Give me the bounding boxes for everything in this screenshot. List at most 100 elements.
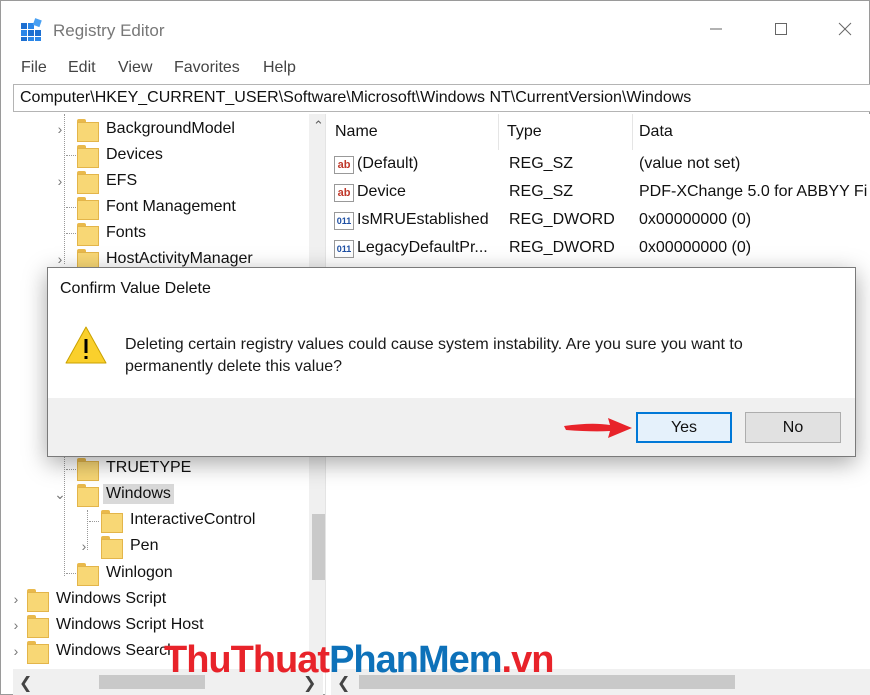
folder-icon — [77, 170, 99, 194]
menu-file[interactable]: File — [21, 59, 47, 77]
folder-icon — [77, 222, 99, 246]
dword-value-icon: 011 — [334, 212, 354, 230]
column-header-data[interactable]: Data — [635, 114, 870, 150]
dword-value-icon: 011 — [334, 240, 354, 258]
expand-chevron-icon[interactable]: › — [13, 643, 23, 659]
dialog-message: Deleting certain registry values could c… — [125, 336, 743, 375]
regedit-app-icon — [21, 18, 42, 41]
menu-help[interactable]: Help — [263, 59, 296, 77]
value-data: (value not set) — [639, 155, 741, 172]
tree-item-label: Font Management — [106, 198, 236, 215]
tree-item-label: EFS — [106, 172, 138, 189]
expand-chevron-icon[interactable]: › — [53, 173, 67, 189]
menu-favorites[interactable]: Favorites — [174, 59, 240, 77]
collapse-chevron-icon[interactable]: ⌄ — [53, 486, 67, 503]
tree-item-label: Pen — [130, 537, 159, 554]
value-name: LegacyDefaultPr... — [357, 239, 488, 256]
tree-item-label: HostActivityManager — [106, 250, 253, 267]
tree-scroll-thumb[interactable] — [312, 514, 325, 580]
value-type: REG_DWORD — [509, 239, 615, 256]
title-bar: Registry Editor — [1, 1, 869, 53]
close-button[interactable] — [823, 11, 867, 47]
tree-item-fonts[interactable]: Fonts — [53, 220, 149, 246]
tree-item-label: Devices — [106, 146, 163, 163]
value-name: Device — [357, 183, 406, 200]
tree-item-label: Windows Search — [56, 642, 177, 659]
tree-item-label: Windows Script Host — [56, 616, 204, 633]
value-row[interactable]: 011 IsMRUEstablished REG_DWORD 0x0000000… — [331, 207, 870, 235]
address-bar[interactable]: Computer\HKEY_CURRENT_USER\Software\Micr… — [13, 84, 870, 112]
menu-bar: File Edit View Favorites Help — [1, 53, 869, 83]
tree-item-label: Windows — [103, 484, 174, 504]
folder-icon — [101, 535, 123, 559]
folder-icon — [77, 196, 99, 220]
folder-icon — [77, 562, 99, 586]
tree-item-devices[interactable]: Devices — [53, 142, 166, 168]
red-arrow-icon — [564, 418, 632, 438]
menu-view[interactable]: View — [118, 59, 152, 77]
tree-item-interactivecontrol[interactable]: InteractiveControl — [77, 507, 258, 533]
close-icon — [838, 22, 852, 36]
scroll-up-icon[interactable]: ⌃ — [313, 118, 324, 134]
minimize-button[interactable] — [694, 11, 738, 47]
value-row[interactable]: 011 LegacyDefaultPr... REG_DWORD 0x00000… — [331, 235, 870, 263]
string-value-icon: ab — [334, 184, 354, 202]
folder-icon — [101, 509, 123, 533]
value-type: REG_SZ — [509, 155, 574, 172]
tree-item-truetype[interactable]: TRUETYPE — [53, 455, 194, 481]
folder-icon — [77, 457, 99, 481]
folder-icon — [77, 144, 99, 168]
registry-editor-window: Registry Editor File Edit View Favorites… — [0, 0, 870, 695]
maximize-icon — [775, 23, 787, 35]
folder-icon — [27, 640, 49, 664]
value-type: REG_DWORD — [509, 211, 615, 228]
value-row[interactable]: ab Device REG_SZ PDF-XChange 5.0 for ABB… — [331, 179, 870, 207]
tree-item-efs[interactable]: › EFS — [53, 168, 140, 194]
tree-item-winlogon[interactable]: Winlogon — [53, 560, 176, 586]
tree-item-windows[interactable]: ⌄ Windows — [53, 481, 174, 507]
tree-item-windows-script[interactable]: › Windows Script — [13, 586, 169, 612]
tree-item-label: BackgroundModel — [106, 120, 235, 137]
watermark-part-3: .vn — [501, 639, 555, 681]
scroll-left-icon[interactable]: ❮ — [19, 673, 32, 693]
value-data: PDF-XChange 5.0 for ABBYY Fi — [639, 183, 868, 200]
menu-edit[interactable]: Edit — [68, 59, 96, 77]
tree-item-font-management[interactable]: Font Management — [53, 194, 239, 220]
value-name: IsMRUEstablished — [357, 211, 489, 228]
tree-item-pen[interactable]: › Pen — [77, 533, 161, 559]
expand-chevron-icon[interactable]: › — [53, 121, 67, 137]
address-path: Computer\HKEY_CURRENT_USER\Software\Micr… — [20, 89, 692, 106]
column-header-name[interactable]: Name — [331, 114, 499, 150]
warning-icon — [65, 326, 107, 364]
confirm-value-delete-dialog: Confirm Value Delete Deleting certain re… — [47, 267, 856, 457]
expand-chevron-icon[interactable]: › — [53, 251, 67, 267]
watermark-logo: ThuThuatPhanMem.vn — [164, 639, 555, 682]
folder-icon — [77, 483, 99, 507]
dialog-button-bar: Yes No — [48, 398, 855, 456]
string-value-icon: ab — [334, 156, 354, 174]
watermark-part-2: PhanMem — [329, 639, 502, 681]
window-title: Registry Editor — [53, 21, 165, 40]
yes-button[interactable]: Yes — [636, 412, 732, 443]
watermark-part-1: ThuThuat — [164, 639, 330, 681]
tree-item-label: Windows Script — [56, 590, 167, 607]
folder-icon — [27, 614, 49, 638]
value-data: 0x00000000 (0) — [639, 211, 752, 228]
value-row[interactable]: ab (Default) REG_SZ (value not set) — [331, 151, 870, 179]
no-button[interactable]: No — [745, 412, 841, 443]
expand-chevron-icon[interactable]: › — [13, 617, 23, 633]
column-header-type[interactable]: Type — [503, 114, 633, 150]
tree-item-backgroundmodel[interactable]: › BackgroundModel — [53, 116, 238, 142]
minimize-icon — [710, 28, 722, 30]
value-type: REG_SZ — [509, 183, 574, 200]
tree-item-label: InteractiveControl — [130, 511, 256, 528]
tree-item-windows-script-host[interactable]: › Windows Script Host — [13, 612, 207, 638]
tree-item-label: Fonts — [106, 224, 147, 241]
folder-icon — [77, 118, 99, 142]
expand-chevron-icon[interactable]: › — [13, 591, 23, 607]
tree-item-label: Winlogon — [106, 564, 173, 581]
maximize-button[interactable] — [759, 11, 803, 47]
value-name: (Default) — [357, 155, 419, 172]
tree-item-windows-search[interactable]: › Windows Search — [13, 638, 179, 664]
expand-chevron-icon[interactable]: › — [77, 538, 91, 554]
